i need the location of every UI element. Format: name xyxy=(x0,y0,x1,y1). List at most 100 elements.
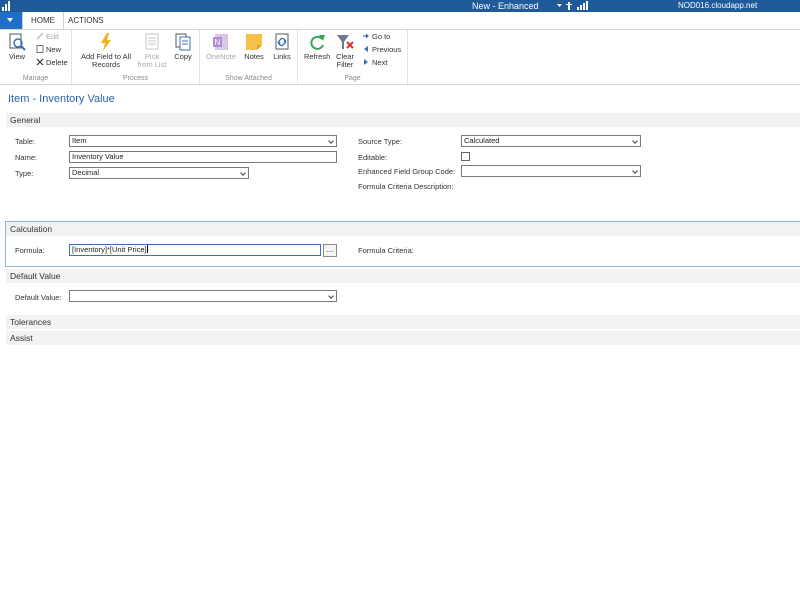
section-tolerances-header[interactable]: Tolerances xyxy=(6,315,800,329)
editable-checkbox[interactable] xyxy=(461,152,470,161)
new-button[interactable]: New xyxy=(36,45,61,55)
group-label-page: Page xyxy=(344,75,361,82)
name-value: Inventory Value xyxy=(72,152,124,161)
edit-button[interactable]: Edit xyxy=(36,32,59,42)
name-label: Name: xyxy=(15,153,38,162)
chevron-down-icon xyxy=(632,138,638,144)
pick-from-list-button[interactable]: Pick from List xyxy=(136,32,168,69)
chevron-down-icon xyxy=(328,138,334,144)
copy-button[interactable]: Copy xyxy=(170,32,196,61)
type-select[interactable]: Decimal xyxy=(69,167,249,179)
window-title-bar: New - Enhanced NOD016.cloudapp.net xyxy=(0,0,800,12)
refresh-label: Refresh xyxy=(304,52,331,61)
formula-criteria-description-label: Formula Criteria Description: xyxy=(358,182,454,191)
view-icon xyxy=(9,33,26,51)
new-label: New xyxy=(46,45,62,54)
links-button[interactable]: Links xyxy=(270,32,294,61)
triangle-right-icon xyxy=(364,59,368,65)
refresh-button[interactable]: Refresh xyxy=(304,32,330,61)
default-value-label: Default Value: xyxy=(15,293,62,302)
table-label: Table: xyxy=(15,137,36,146)
svg-text:N: N xyxy=(215,38,221,47)
links-label: Links xyxy=(273,52,291,61)
type-value: Decimal xyxy=(72,168,100,177)
section-calculation-header[interactable]: Calculation xyxy=(6,222,800,236)
next-button[interactable]: Next xyxy=(362,58,387,68)
pick-label-line2: from List xyxy=(137,60,167,69)
section-general-header[interactable]: General xyxy=(6,113,800,127)
group-label-show-attached: Show Attached xyxy=(225,75,272,82)
group-label-manage: Manage xyxy=(22,75,49,82)
section-assist-header[interactable]: Assist xyxy=(6,331,800,345)
formula-value: [Inventory]*[Unit Price] xyxy=(72,245,147,254)
formula-criteria-label: Formula Criteria: xyxy=(358,246,414,255)
clear-filter-label-line2: Filter xyxy=(336,60,354,69)
refresh-icon xyxy=(310,35,325,50)
name-input[interactable]: Inventory Value xyxy=(69,151,337,163)
editable-label: Editable: xyxy=(358,153,388,162)
group-label-process: Process xyxy=(122,75,149,82)
application-menu-button[interactable] xyxy=(0,12,22,29)
onenote-button[interactable]: N OneNote xyxy=(204,32,238,61)
edit-label: Edit xyxy=(46,32,59,41)
type-label: Type: xyxy=(15,169,34,178)
onenote-label: OneNote xyxy=(205,52,237,61)
note-icon xyxy=(246,34,262,50)
formula-label: Formula: xyxy=(15,246,45,255)
go-to-label: Go to xyxy=(372,32,391,41)
ribbon-group-page: Refresh Clear Filter Go to Previous Next… xyxy=(298,30,408,84)
app-icon xyxy=(2,1,10,11)
clear-filter-button[interactable]: Clear Filter xyxy=(332,32,358,69)
onenote-icon: N xyxy=(213,34,228,50)
go-to-button[interactable]: Go to xyxy=(362,32,390,42)
notes-label: Notes xyxy=(244,52,264,61)
list-icon xyxy=(145,33,159,50)
previous-label: Previous xyxy=(372,45,402,54)
text-cursor xyxy=(146,245,148,253)
source-type-label: Source Type: xyxy=(358,137,403,146)
triangle-left-icon xyxy=(364,46,368,52)
tab-home[interactable]: HOME xyxy=(22,12,64,29)
copy-icon xyxy=(175,33,191,51)
copy-label: Copy xyxy=(174,52,192,61)
enhanced-field-group-code-label: Enhanced Field Group Code: xyxy=(358,167,456,176)
ribbon-group-process: Add Field to All Records Pick from List … xyxy=(72,30,200,84)
formula-input[interactable]: [Inventory]*[Unit Price] xyxy=(69,244,321,256)
tab-actions[interactable]: ACTIONS xyxy=(60,12,112,29)
table-select[interactable]: Item xyxy=(69,135,337,147)
formula-assist-button[interactable]: ... xyxy=(323,244,337,257)
arrow-right-icon xyxy=(363,33,369,39)
add-field-to-all-records-button[interactable]: Add Field to All Records xyxy=(76,32,136,69)
previous-button[interactable]: Previous xyxy=(362,45,401,55)
delete-button[interactable]: Delete xyxy=(36,58,68,68)
remote-session-controls-icon[interactable] xyxy=(556,1,596,11)
new-document-icon xyxy=(36,45,44,53)
server-name: NOD016.cloudapp.net xyxy=(678,1,758,10)
source-type-select[interactable]: Calculated xyxy=(461,135,641,147)
view-label: View xyxy=(8,52,26,61)
ribbon-group-manage: View Edit New Delete Manage xyxy=(0,30,72,84)
link-icon xyxy=(275,33,289,50)
window-title: New - Enhanced xyxy=(472,1,539,11)
view-button[interactable]: View xyxy=(6,32,28,61)
ribbon: View Edit New Delete Manage Add Field to… xyxy=(0,29,800,85)
notes-button[interactable]: Notes xyxy=(242,32,266,61)
pencil-icon xyxy=(36,32,44,40)
page-title: Item - Inventory Value xyxy=(8,93,115,105)
next-label: Next xyxy=(372,58,388,67)
enhanced-field-group-code-select[interactable] xyxy=(461,165,641,177)
table-value: Item xyxy=(72,136,87,145)
chevron-down-icon xyxy=(7,18,13,22)
default-value-select[interactable] xyxy=(69,290,337,302)
lightning-icon xyxy=(101,33,111,51)
ribbon-tabs: HOME ACTIONS xyxy=(0,12,800,29)
chevron-down-icon xyxy=(328,293,334,299)
delete-label: Delete xyxy=(46,58,68,67)
delete-icon xyxy=(36,58,44,66)
clear-filter-icon xyxy=(337,35,354,49)
add-field-label-line2: Records xyxy=(92,60,120,69)
chevron-down-icon xyxy=(240,170,246,176)
ribbon-group-show-attached: N OneNote Notes Links Show Attached xyxy=(200,30,298,84)
section-default-value-header[interactable]: Default Value xyxy=(6,269,800,283)
source-type-value: Calculated xyxy=(464,136,500,145)
